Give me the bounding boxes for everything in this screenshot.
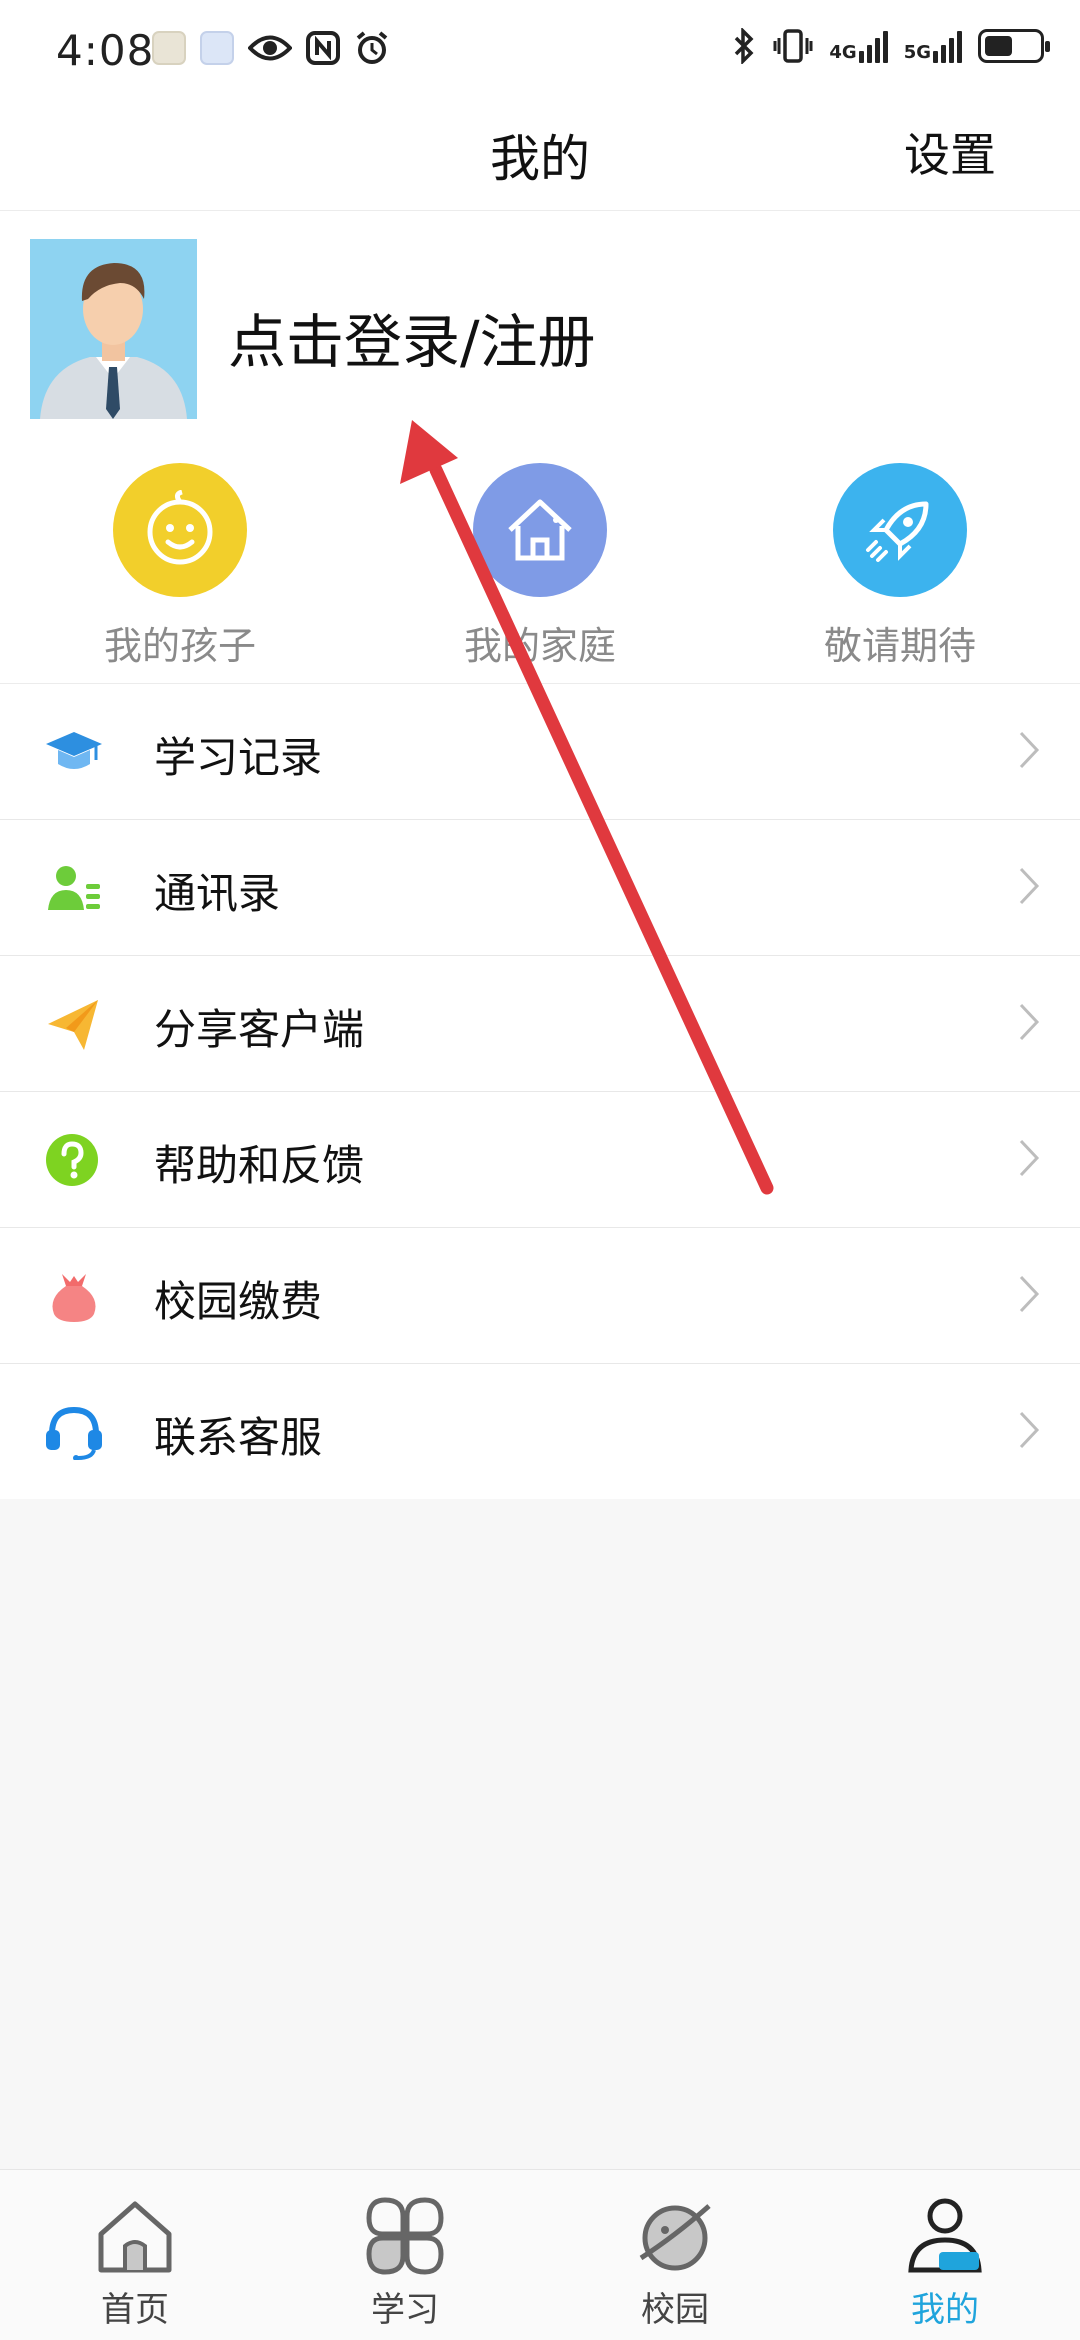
nav-label: 首页: [101, 2290, 169, 2330]
menu-label: 学习记录: [154, 733, 323, 782]
chevron-right-icon: [1019, 1003, 1040, 1041]
chevron-right-icon: [1019, 1139, 1040, 1177]
nav-label: 学习: [371, 2290, 439, 2330]
eye-icon: [248, 35, 292, 61]
paper-plane-icon: [48, 1000, 98, 1050]
login-register-link[interactable]: 点击登录/注册: [228, 295, 596, 379]
planet-icon: [639, 2204, 711, 2271]
menu-item-campus-payment[interactable]: 校园缴费: [0, 1228, 1080, 1364]
home-icon: [98, 2201, 172, 2273]
help-icon: [46, 1134, 98, 1186]
app-notification-icon: [200, 31, 234, 65]
nav-study[interactable]: 学习: [305, 2196, 505, 2331]
rocket-icon: [833, 463, 967, 597]
bluetooth-icon: [735, 28, 754, 64]
status-bar: 4:08 4G 5G: [0, 0, 1080, 105]
network-type: 4G: [829, 42, 857, 63]
nav-campus[interactable]: 校园: [575, 2196, 775, 2331]
quick-my-family[interactable]: 我的家庭: [420, 463, 660, 670]
status-left-icons: [152, 30, 390, 66]
contacts-icon: [48, 866, 100, 910]
quick-my-children[interactable]: 我的孩子: [60, 463, 300, 670]
quick-label: 敬请期待: [823, 624, 976, 668]
battery-icon: [978, 29, 1050, 63]
headset-icon: [46, 1406, 102, 1460]
menu-item-share-client[interactable]: 分享客户端: [0, 956, 1080, 1092]
baby-face-icon: [113, 463, 247, 597]
default-avatar-icon: [30, 239, 197, 419]
nfc-icon: [306, 31, 340, 65]
chevron-right-icon: [1019, 1411, 1040, 1449]
vibrate-icon: [773, 29, 813, 63]
profile-login-card[interactable]: 点击登录/注册: [0, 211, 1080, 443]
grid-clover-icon: [366, 2197, 444, 2275]
quick-label: 我的孩子: [103, 624, 256, 668]
network-type: 5G: [903, 42, 931, 63]
menu-label: 分享客户端: [154, 1005, 365, 1054]
settings-button[interactable]: 设置: [904, 119, 996, 185]
user-icon: [908, 2198, 982, 2273]
menu-label: 联系客服: [154, 1413, 323, 1462]
app-notification-icon: [152, 31, 186, 65]
nav-mine[interactable]: 我的: [845, 2196, 1045, 2331]
menu-item-contacts[interactable]: 通讯录: [0, 820, 1080, 956]
header: 我的 设置: [0, 105, 1080, 211]
money-bag-icon: [52, 1274, 96, 1322]
house-icon: [473, 463, 607, 597]
menu-list: 学习记录 通讯录 分享客户端 帮助和反馈 校园缴费 联系客服: [0, 684, 1080, 1499]
signal-4g: 4G: [829, 29, 888, 63]
chevron-right-icon: [1019, 731, 1040, 769]
graduation-cap-icon: [46, 732, 102, 769]
menu-item-study-records[interactable]: 学习记录: [0, 684, 1080, 820]
status-right-icons: 4G 5G: [731, 28, 1050, 64]
menu-item-help-feedback[interactable]: 帮助和反馈: [0, 1092, 1080, 1228]
quick-coming-soon[interactable]: 敬请期待: [780, 463, 1020, 670]
quick-label: 我的家庭: [463, 624, 616, 668]
nav-label: 我的: [911, 2290, 979, 2330]
menu-item-customer-service[interactable]: 联系客服: [0, 1364, 1080, 1499]
signal-5g: 5G: [904, 29, 962, 63]
quick-entries: 我的孩子 我的家庭 敬请期待: [0, 443, 1080, 684]
menu-label: 校园缴费: [154, 1277, 323, 1326]
nav-home[interactable]: 首页: [35, 2196, 235, 2331]
alarm-icon: [356, 31, 388, 64]
status-time: 4:08: [56, 26, 155, 75]
chevron-right-icon: [1019, 1275, 1040, 1313]
nav-label: 校园: [641, 2290, 709, 2330]
avatar[interactable]: [30, 239, 197, 419]
chevron-right-icon: [1019, 867, 1040, 905]
menu-label: 通讯录: [154, 869, 281, 918]
bottom-nav: 首页 学习 校园 我的: [0, 2169, 1080, 2340]
menu-label: 帮助和反馈: [154, 1141, 365, 1190]
